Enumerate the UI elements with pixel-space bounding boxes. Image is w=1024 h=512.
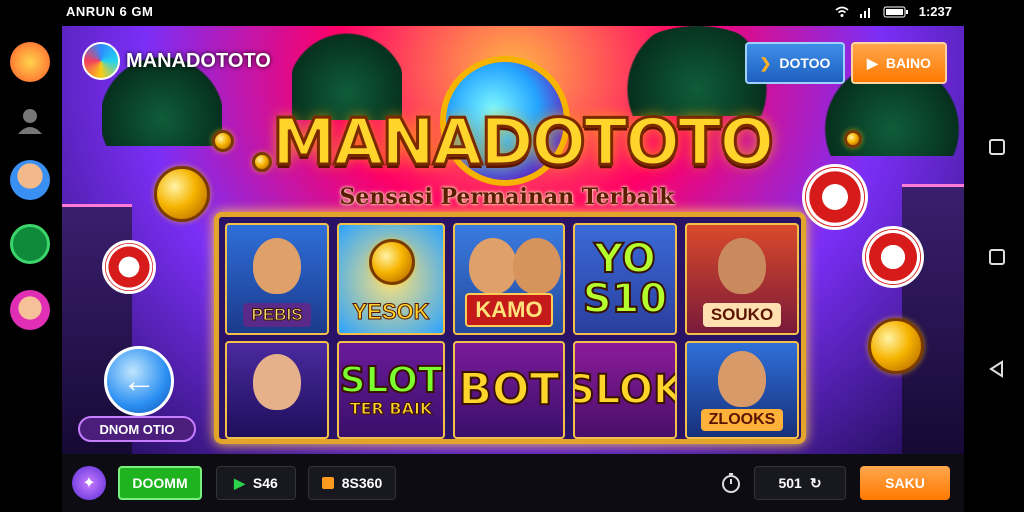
character-face bbox=[718, 350, 766, 407]
reel-label: TER BAIK bbox=[349, 398, 433, 418]
saku-button-label: SAKU bbox=[885, 475, 925, 491]
back-arrow-icon: ← bbox=[122, 361, 156, 400]
bottom-bar: ✦ DOOMM ▶ S46 8S360 501 ↻ SAKU bbox=[62, 454, 964, 512]
character-face bbox=[718, 237, 766, 294]
character-face bbox=[253, 237, 301, 294]
reel-label: SLOK bbox=[575, 367, 675, 413]
status-bar: ANRUN 6 GM 1:237 bbox=[0, 0, 1024, 26]
coin-icon bbox=[154, 166, 210, 222]
doomm-button-label: DOOMM bbox=[132, 475, 188, 491]
character-face bbox=[469, 237, 517, 294]
chevron-right-icon: ❯ bbox=[759, 54, 772, 71]
square-nav-2-icon[interactable] bbox=[988, 248, 1006, 266]
status-right: 1:237 bbox=[835, 4, 952, 19]
reel-cell[interactable]: BOT bbox=[453, 341, 565, 439]
reel-cell[interactable]: ZLOOKS bbox=[685, 341, 799, 439]
reel-label: PEBIS bbox=[243, 303, 311, 327]
timer-icon[interactable] bbox=[720, 472, 742, 494]
coin-icon bbox=[321, 477, 334, 489]
coin-icon bbox=[868, 318, 924, 374]
reel-label: KAMO bbox=[465, 293, 553, 327]
avatar-2-icon[interactable] bbox=[10, 290, 50, 330]
building-right bbox=[902, 184, 964, 454]
square-nav-icon[interactable] bbox=[988, 138, 1006, 156]
coin-small-icon bbox=[252, 152, 272, 172]
balance-display[interactable]: 8S360 bbox=[308, 466, 396, 500]
credit-display[interactable]: ▶ S46 bbox=[216, 466, 296, 500]
back-button[interactable]: ← bbox=[104, 346, 174, 416]
casino-chip-icon bbox=[802, 164, 868, 230]
game-title: MANADOTOTO bbox=[271, 105, 776, 182]
brand[interactable]: MANADOTOTO bbox=[82, 42, 271, 80]
dotoo-button[interactable]: ❯ DOTOO bbox=[745, 42, 845, 84]
reel-label: BOT bbox=[458, 364, 561, 415]
reel-cell[interactable]: YESOK bbox=[337, 223, 445, 335]
star-menu-icon[interactable]: ✦ bbox=[72, 466, 106, 500]
reel-label: YESOK bbox=[352, 299, 430, 325]
reel-cell[interactable] bbox=[225, 341, 329, 439]
casino-chip-icon bbox=[102, 240, 156, 294]
balance-value: 8S360 bbox=[341, 475, 383, 491]
left-rail bbox=[0, 26, 62, 512]
slot-reels[interactable]: PEBIS YESOK KAMO YO S10 SOUKO SLOT TER B… bbox=[214, 212, 806, 444]
battery-icon bbox=[883, 6, 908, 17]
baino-button-label: BAINO bbox=[885, 55, 931, 71]
counter-display[interactable]: 501 ↻ bbox=[754, 466, 846, 500]
reel-label: YO S10 bbox=[582, 236, 668, 322]
triangle-back-icon[interactable] bbox=[988, 360, 1006, 378]
coin-small-icon bbox=[212, 130, 234, 152]
doomm-button[interactable]: DOOMM bbox=[118, 466, 202, 500]
counter-value: 501 bbox=[778, 475, 802, 491]
wifi-icon bbox=[835, 6, 849, 17]
reel-cell[interactable]: KAMO bbox=[453, 223, 565, 335]
back-label[interactable]: DNOM OTIO bbox=[78, 416, 196, 442]
reel-label: SOUKO bbox=[702, 303, 782, 327]
reel-cell[interactable]: SLOT TER BAIK bbox=[337, 341, 445, 439]
casino-chip-icon bbox=[862, 226, 924, 288]
reel-cell[interactable]: SLOK bbox=[573, 341, 677, 439]
status-time: 1:237 bbox=[918, 4, 952, 19]
reel-cell[interactable]: SOUKO bbox=[685, 223, 799, 335]
avatar-icon[interactable] bbox=[10, 160, 50, 200]
status-left-text: ANRUN 6 GM bbox=[66, 4, 154, 19]
play-icon: ▶ bbox=[234, 474, 245, 491]
character-face bbox=[253, 354, 301, 411]
nav-rail bbox=[964, 26, 1024, 512]
reel-cell[interactable]: PEBIS bbox=[225, 223, 329, 335]
coin-icon bbox=[369, 239, 415, 285]
reel-label: ZLOOKS bbox=[700, 409, 784, 431]
reel-cell[interactable]: YO S10 bbox=[573, 223, 677, 335]
people-icon[interactable] bbox=[10, 102, 50, 142]
game-subtitle: Sensasi Permainan Terbaik bbox=[339, 184, 675, 210]
brand-logo-icon bbox=[82, 42, 120, 80]
coin-small-icon bbox=[844, 130, 862, 148]
rail-app-icon[interactable] bbox=[10, 42, 50, 82]
reel-label: SLOT bbox=[339, 359, 443, 401]
dotoo-button-label: DOTOO bbox=[779, 55, 831, 71]
signal-icon bbox=[859, 7, 870, 18]
game-screen: MANADOTOTO ❯ DOTOO ▶ BAINO MANADOTOTO Se… bbox=[62, 26, 964, 454]
play-icon: ▶ bbox=[867, 54, 878, 71]
phone-icon[interactable] bbox=[10, 224, 50, 264]
credit-value: S46 bbox=[252, 475, 278, 491]
character-face bbox=[513, 237, 561, 294]
brand-name: MANADOTOTO bbox=[126, 49, 271, 72]
saku-button[interactable]: SAKU bbox=[860, 466, 950, 500]
refresh-icon: ↻ bbox=[809, 474, 822, 491]
baino-button[interactable]: ▶ BAINO bbox=[851, 42, 947, 84]
